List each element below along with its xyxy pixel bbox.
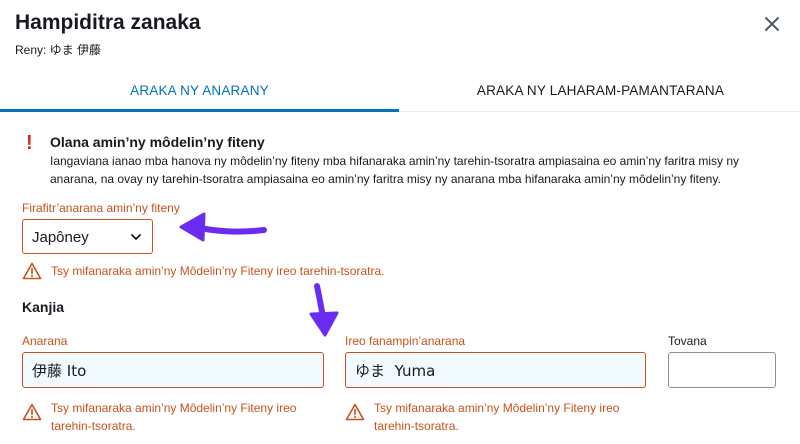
tab-by-name[interactable]: ARAKA NY ANARANY bbox=[0, 72, 399, 112]
language-select-error: Tsy mifanaraka amin’ny Môdelin’ny Fiteny… bbox=[51, 264, 385, 278]
surname-error: Tsy mifanaraka amin’ny Môdelin’ny Fiteny… bbox=[51, 401, 297, 433]
surname-label: Anarana bbox=[22, 334, 68, 348]
section-title: Kanjia bbox=[22, 299, 65, 315]
tab-by-id-number[interactable]: ARAKA NY LAHARAM-PAMANTARANA bbox=[401, 72, 800, 112]
dialog-subtitle: Reny: ゆま 伊藤 bbox=[15, 43, 102, 57]
given-name-error: Tsy mifanaraka amin’ny Môdelin’ny Fiteny… bbox=[374, 401, 620, 433]
tab-bar: ARAKA NY ANARANY ARAKA NY LAHARAM-PAMANT… bbox=[0, 72, 800, 112]
given-name-label: Ireo fanampin’anarana bbox=[345, 334, 466, 348]
suffix-label: Tovana bbox=[668, 334, 707, 348]
suffix-input[interactable] bbox=[668, 352, 776, 388]
given-name-input[interactable] bbox=[345, 352, 646, 388]
warning-triangle-icon bbox=[345, 403, 365, 421]
chevron-down-icon bbox=[131, 234, 141, 240]
language-select-value: Japôney bbox=[32, 229, 89, 246]
close-icon[interactable] bbox=[762, 14, 782, 34]
arrow-to-language-select bbox=[179, 212, 267, 242]
warning-triangle-icon bbox=[22, 262, 42, 280]
exclamation-icon: ! bbox=[26, 132, 33, 154]
warning-triangle-icon bbox=[22, 403, 42, 421]
surname-input[interactable] bbox=[22, 352, 324, 388]
language-select-label: Firafitr’anarana amin’ny fiteny bbox=[22, 201, 180, 215]
language-select[interactable]: Japôney bbox=[22, 219, 153, 254]
dialog-title: Hampiditra zanaka bbox=[15, 11, 201, 34]
warning-title: Olana amin’ny môdelin’ny fiteny bbox=[50, 134, 265, 150]
warning-body: Iangaviana ianao mba hanova ny môdelin’n… bbox=[50, 154, 740, 186]
arrow-to-name-fields bbox=[309, 283, 339, 337]
